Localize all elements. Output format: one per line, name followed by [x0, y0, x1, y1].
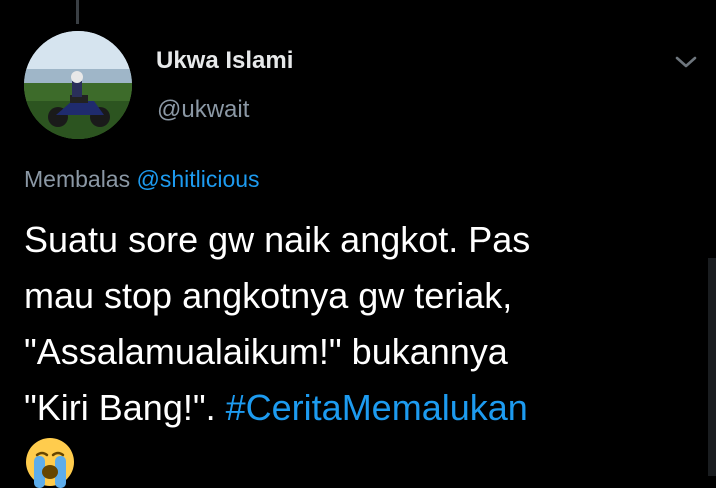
tweet-text-line: mau stop angkotnya gw teriak, [24, 275, 513, 316]
avatar-photo-icon [24, 31, 132, 139]
user-handle[interactable]: @ukwait [157, 96, 249, 124]
avatar[interactable] [24, 31, 132, 139]
hashtag-link[interactable]: #CeritaMemalukan [226, 387, 528, 428]
thread-connector-line [76, 0, 79, 24]
tweet-text-line-with-hashtag: "Kiri Bang!". #CeritaMemalukan [24, 380, 704, 436]
tweet-text: Suatu sore gw naik angkot. Pas mau stop … [24, 212, 704, 436]
scrollbar-track[interactable] [708, 258, 716, 476]
tweet-text-segment: "Kiri Bang!". [24, 387, 226, 428]
reply-context: Membalas @shitlicious [24, 166, 260, 193]
tweet-text-line: Suatu sore gw naik angkot. Pas [24, 219, 531, 260]
tweet-text-line: "Assalamualaikum!" bukannya [24, 331, 508, 372]
reply-prefix: Membalas [24, 166, 131, 192]
display-name[interactable]: Ukwa Islami [156, 47, 293, 75]
loudly-crying-face-icon [26, 438, 74, 488]
chevron-down-icon[interactable] [673, 52, 699, 72]
reply-mention-link[interactable]: @shitlicious [137, 166, 260, 192]
